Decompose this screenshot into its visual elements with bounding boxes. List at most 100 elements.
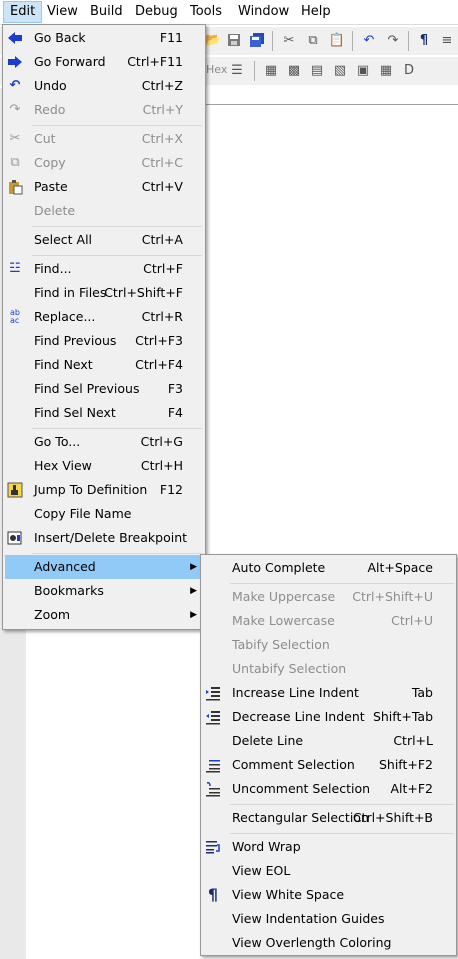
auto-complete-item[interactable]: Auto Complete Alt+Space xyxy=(203,556,454,580)
increase-line-indent-item[interactable]: Increase Line Indent Tab xyxy=(203,681,454,705)
copy-icon: ⧉ xyxy=(10,155,20,170)
debug-icon[interactable]: D xyxy=(400,61,418,79)
find-in-files-item[interactable]: Find in Files Ctrl+Shift+F xyxy=(5,281,203,305)
function-icon[interactable]: ▤ xyxy=(308,61,326,79)
comment-selection-item[interactable]: Comment Selection Shift+F2 xyxy=(203,753,454,777)
menubar-view[interactable]: View xyxy=(41,2,84,22)
copy-file-name-item[interactable]: Copy File Name xyxy=(5,502,203,526)
advanced-submenu: Auto Complete Alt+Space Make Uppercase C… xyxy=(200,554,457,956)
zoom-item[interactable]: Zoom ▶ xyxy=(5,603,203,627)
replace-icon: ab ac xyxy=(10,308,20,325)
menubar-debug[interactable]: Debug xyxy=(129,2,184,22)
submenu-arrow-icon: ▶ xyxy=(190,586,197,596)
decrease-line-indent-item[interactable]: Decrease Line Indent Shift+Tab xyxy=(203,705,454,729)
menubar-help[interactable]: Help xyxy=(295,2,337,22)
open-folder-icon[interactable]: 📂 xyxy=(204,31,222,49)
arrow-left-icon xyxy=(7,30,23,46)
undo-icon[interactable]: ↶ xyxy=(360,31,378,49)
binoculars-icon: ☳ xyxy=(9,261,21,276)
binoculars-icon[interactable]: ☰ xyxy=(228,61,246,79)
edit-menu: Go Back F11 Go Forward Ctrl+F11 ↶ Undo C… xyxy=(2,24,206,630)
uncomment-icon xyxy=(205,781,221,797)
find-sel-previous-item[interactable]: Find Sel Previous F3 xyxy=(5,377,203,401)
submenu-arrow-icon: ▶ xyxy=(190,562,197,572)
hand-pointer-icon xyxy=(7,482,23,498)
redo-icon: ↷ xyxy=(9,102,21,117)
breakpoint-icon xyxy=(7,530,23,546)
table-icon[interactable]: ▦ xyxy=(377,61,395,79)
menu-bar: Edit View Build Debug Tools Window Help xyxy=(0,0,458,25)
pilcrow-icon[interactable]: ¶ xyxy=(415,31,433,49)
go-forward-item[interactable]: Go Forward Ctrl+F11 xyxy=(5,50,203,74)
bookmarks-item[interactable]: Bookmarks ▶ xyxy=(5,579,203,603)
scissors-icon[interactable]: ✂ xyxy=(280,31,298,49)
menubar-window[interactable]: Window xyxy=(232,2,295,22)
view-eol-item[interactable]: View EOL xyxy=(203,859,454,883)
menu-separator xyxy=(230,583,454,584)
menu-separator xyxy=(32,255,202,256)
menu-separator xyxy=(32,226,202,227)
menubar-edit[interactable]: Edit xyxy=(3,1,43,23)
word-wrap-item[interactable]: Word Wrap xyxy=(203,835,454,859)
find-item[interactable]: ☳ Find... Ctrl+F xyxy=(5,257,203,281)
select-all-item[interactable]: Select All Ctrl+A xyxy=(5,228,203,252)
submenu-arrow-icon: ▶ xyxy=(190,610,197,620)
save-all-icon[interactable] xyxy=(248,31,266,49)
jump-icon[interactable]: ▦ xyxy=(262,61,280,79)
hex-label[interactable]: Hex xyxy=(206,63,227,76)
comment-icon xyxy=(205,757,221,773)
undo-icon: ↶ xyxy=(9,78,21,93)
menu-separator xyxy=(32,125,202,126)
pilcrow-icon: ¶ xyxy=(207,885,219,904)
menu-separator xyxy=(32,428,202,429)
go-back-item[interactable]: Go Back F11 xyxy=(5,26,203,50)
replace-item[interactable]: ab ac Replace... Ctrl+R xyxy=(5,305,203,329)
hex-view-item[interactable]: Hex View Ctrl+H xyxy=(5,454,203,478)
view-indentation-guides-item[interactable]: View Indentation Guides xyxy=(203,907,454,931)
copy-item[interactable]: ⧉ Copy Ctrl+C xyxy=(5,151,203,175)
find-previous-item[interactable]: Find Previous Ctrl+F3 xyxy=(5,329,203,353)
cut-item[interactable]: ✂ Cut Ctrl+X xyxy=(5,127,203,151)
menubar-tools[interactable]: Tools xyxy=(184,2,228,22)
wrap-lines-icon[interactable]: ≡ xyxy=(438,31,456,49)
go-to-item[interactable]: Go To... Ctrl+G xyxy=(5,430,203,454)
advanced-item[interactable]: Advanced ▶ xyxy=(5,555,203,579)
menu-separator xyxy=(32,553,202,554)
indent-decrease-icon xyxy=(205,709,221,725)
scissors-icon: ✂ xyxy=(9,131,21,146)
insert-delete-breakpoint-item[interactable]: Insert/Delete Breakpoint xyxy=(5,526,203,550)
menu-separator xyxy=(230,833,454,834)
find-sel-next-item[interactable]: Find Sel Next F4 xyxy=(5,401,203,425)
arrow-right-icon xyxy=(7,54,23,70)
jump-to-definition-item[interactable]: Jump To Definition F12 xyxy=(5,478,203,502)
list-icon[interactable]: ▧ xyxy=(331,61,349,79)
paste-icon xyxy=(7,179,23,195)
undo-item[interactable]: ↶ Undo Ctrl+Z xyxy=(5,74,203,98)
menubar-build[interactable]: Build xyxy=(84,2,129,22)
untabify-selection-item[interactable]: Untabify Selection xyxy=(203,657,454,681)
make-uppercase-item[interactable]: Make Uppercase Ctrl+Shift+U xyxy=(203,585,454,609)
record-icon[interactable]: ▣ xyxy=(354,61,372,79)
make-lowercase-item[interactable]: Make Lowercase Ctrl+U xyxy=(203,609,454,633)
view-white-space-item[interactable]: ¶ View White Space xyxy=(203,883,454,907)
delete-line-item[interactable]: Delete Line Ctrl+L xyxy=(203,729,454,753)
find-next-item[interactable]: Find Next Ctrl+F4 xyxy=(5,353,203,377)
menu-separator xyxy=(230,804,454,805)
editor-border xyxy=(205,104,458,105)
redo-item[interactable]: ↷ Redo Ctrl+Y xyxy=(5,98,203,122)
view-overlength-coloring-item[interactable]: View Overlength Coloring xyxy=(203,931,454,955)
word-wrap-icon xyxy=(205,839,221,855)
paste-item[interactable]: Paste Ctrl+V xyxy=(5,175,203,199)
save-icon[interactable] xyxy=(225,31,243,49)
uncomment-selection-item[interactable]: Uncomment Selection Alt+F2 xyxy=(203,777,454,801)
toolbar-separator xyxy=(352,31,353,51)
rectangular-selection-item[interactable]: Rectangular Selection Ctrl+Shift+B xyxy=(203,806,454,830)
paste-icon[interactable]: 📋 xyxy=(328,31,346,49)
redo-icon[interactable]: ↷ xyxy=(384,31,402,49)
toolbar-separator xyxy=(254,61,255,81)
copy-icon[interactable]: ⧉ xyxy=(304,31,322,49)
breakpoint-icon[interactable]: ▩ xyxy=(285,61,303,79)
toolbar-separator xyxy=(272,31,273,51)
tabify-selection-item[interactable]: Tabify Selection xyxy=(203,633,454,657)
delete-item[interactable]: Delete xyxy=(5,199,203,223)
